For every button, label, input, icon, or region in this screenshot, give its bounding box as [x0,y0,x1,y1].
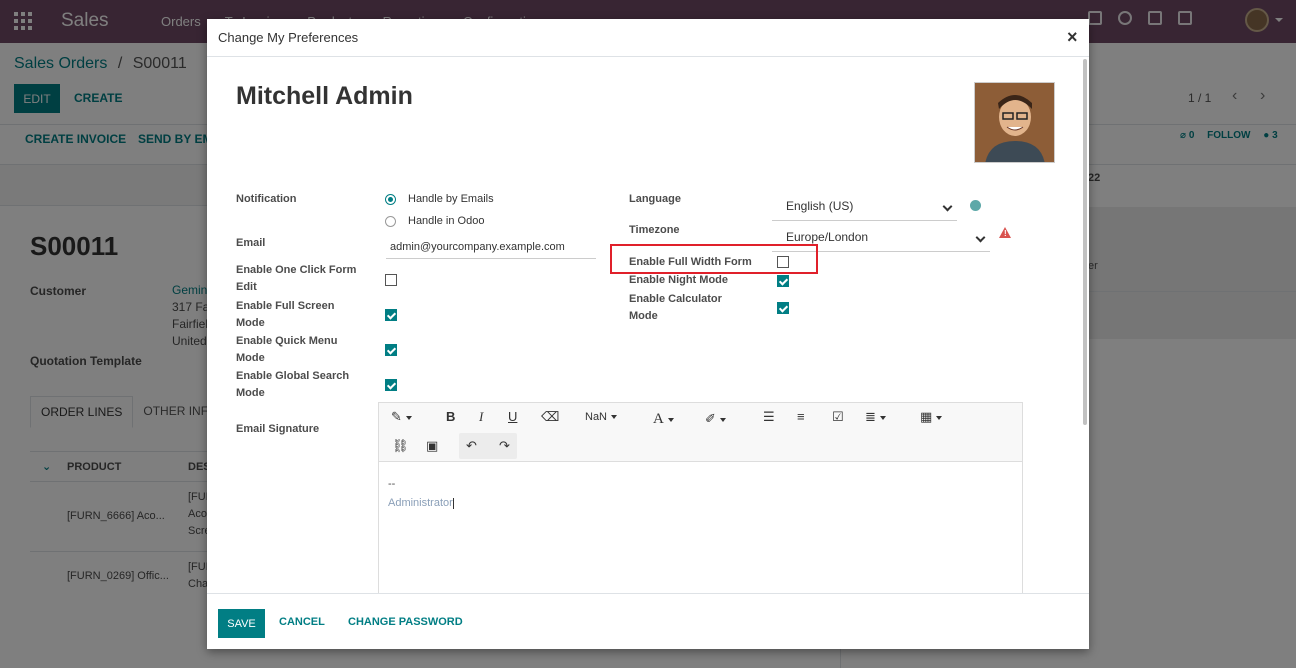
language-value: English (US) [786,199,854,213]
email-signature-label: Email Signature [236,423,320,435]
table-icon[interactable]: ▦ [920,407,942,427]
editor-toolbar: ✎ B I U ⌫ NaN A ✐ ☰ ≡ ☑ ≣ ▦ ⛓ ▣ ↶ ↷ [379,403,1022,462]
one-click-edit-label: Enable One Click Form Edit [236,264,357,293]
align-left-icon[interactable]: ≣ [865,407,886,427]
warning-icon[interactable]: ! [999,227,1011,238]
timezone-value: Europe/London [786,230,869,244]
chevron-down-icon [942,201,953,212]
redo-icon[interactable]: ↷ [499,436,510,456]
signature-editor[interactable]: ✎ B I U ⌫ NaN A ✐ ☰ ≡ ☑ ≣ ▦ ⛓ ▣ ↶ ↷ -- A… [378,402,1023,593]
language-label: Language [629,193,681,205]
image-icon[interactable]: ▣ [426,436,438,456]
notification-label: Notification [236,193,297,205]
radio-handle-by-emails[interactable] [385,194,396,205]
timezone-label: Timezone [629,224,680,236]
radio-label-emails[interactable]: Handle by Emails [408,193,494,205]
bold-button[interactable]: B [446,407,455,427]
text-cursor [452,497,454,509]
signature-line-2: Administrator [388,497,453,509]
dialog-body: Mitchell Admin Notification Handle by Em… [207,57,1083,593]
calculator-label: Enable Calculator Mode [629,293,722,322]
radio-label-odoo[interactable]: Handle in Odoo [408,215,484,227]
brush-icon[interactable]: ✐ [705,409,726,429]
global-search-checkbox[interactable] [385,379,397,391]
calculator-checkbox[interactable] [777,302,789,314]
one-click-edit-checkbox[interactable] [385,274,397,286]
email-label: Email [236,237,266,249]
change-password-button[interactable]: CHANGE PASSWORD [348,616,463,628]
night-mode-label: Enable Night Mode [629,274,728,286]
preferences-dialog: Change My Preferences × Mitchell Admin N… [207,19,1089,649]
user-photo[interactable] [974,82,1055,163]
user-photo-image [975,83,1054,162]
quick-menu-label: Enable Quick Menu Mode [236,335,338,364]
cancel-button[interactable]: CANCEL [279,616,325,628]
magic-wand-icon[interactable]: ✎ [391,407,412,427]
signature-content[interactable]: -- Administrator [388,475,454,513]
user-name: Mitchell Admin [236,82,413,110]
eraser-icon[interactable]: ⌫ [541,407,559,427]
underline-button[interactable]: U [508,407,517,427]
font-color-dropdown[interactable]: A [653,409,674,429]
night-mode-highlight [610,244,818,274]
global-search-label: Enable Global Search Mode [236,370,350,399]
bullet-list-icon[interactable]: ☰ [763,407,775,427]
link-icon[interactable]: ⛓ [392,436,409,456]
close-icon[interactable]: × [1067,27,1078,48]
chevron-down-icon [975,232,986,243]
dialog-header: Change My Preferences × [207,19,1089,57]
full-screen-checkbox[interactable] [385,309,397,321]
italic-button[interactable]: I [479,407,483,427]
language-select[interactable]: English (US) [772,191,957,221]
numbered-list-icon[interactable]: ≡ [797,407,805,427]
quick-menu-checkbox[interactable] [385,344,397,356]
checklist-icon[interactable]: ☑ [832,407,844,427]
undo-icon[interactable]: ↶ [466,436,477,456]
email-field[interactable]: admin@yourcompany.example.com [386,235,596,259]
globe-icon[interactable] [970,200,981,211]
dialog-scrollbar[interactable] [1083,59,1087,425]
font-size-dropdown[interactable]: NaN [585,407,617,427]
dialog-title: Change My Preferences [218,30,359,45]
full-screen-label: Enable Full Screen Mode [236,300,335,329]
signature-line-1: -- [388,478,396,490]
radio-handle-in-odoo[interactable] [385,216,396,227]
dialog-footer: SAVE CANCEL CHANGE PASSWORD [207,593,1089,649]
night-mode-checkbox[interactable] [777,275,789,287]
save-button[interactable]: SAVE [218,609,265,638]
